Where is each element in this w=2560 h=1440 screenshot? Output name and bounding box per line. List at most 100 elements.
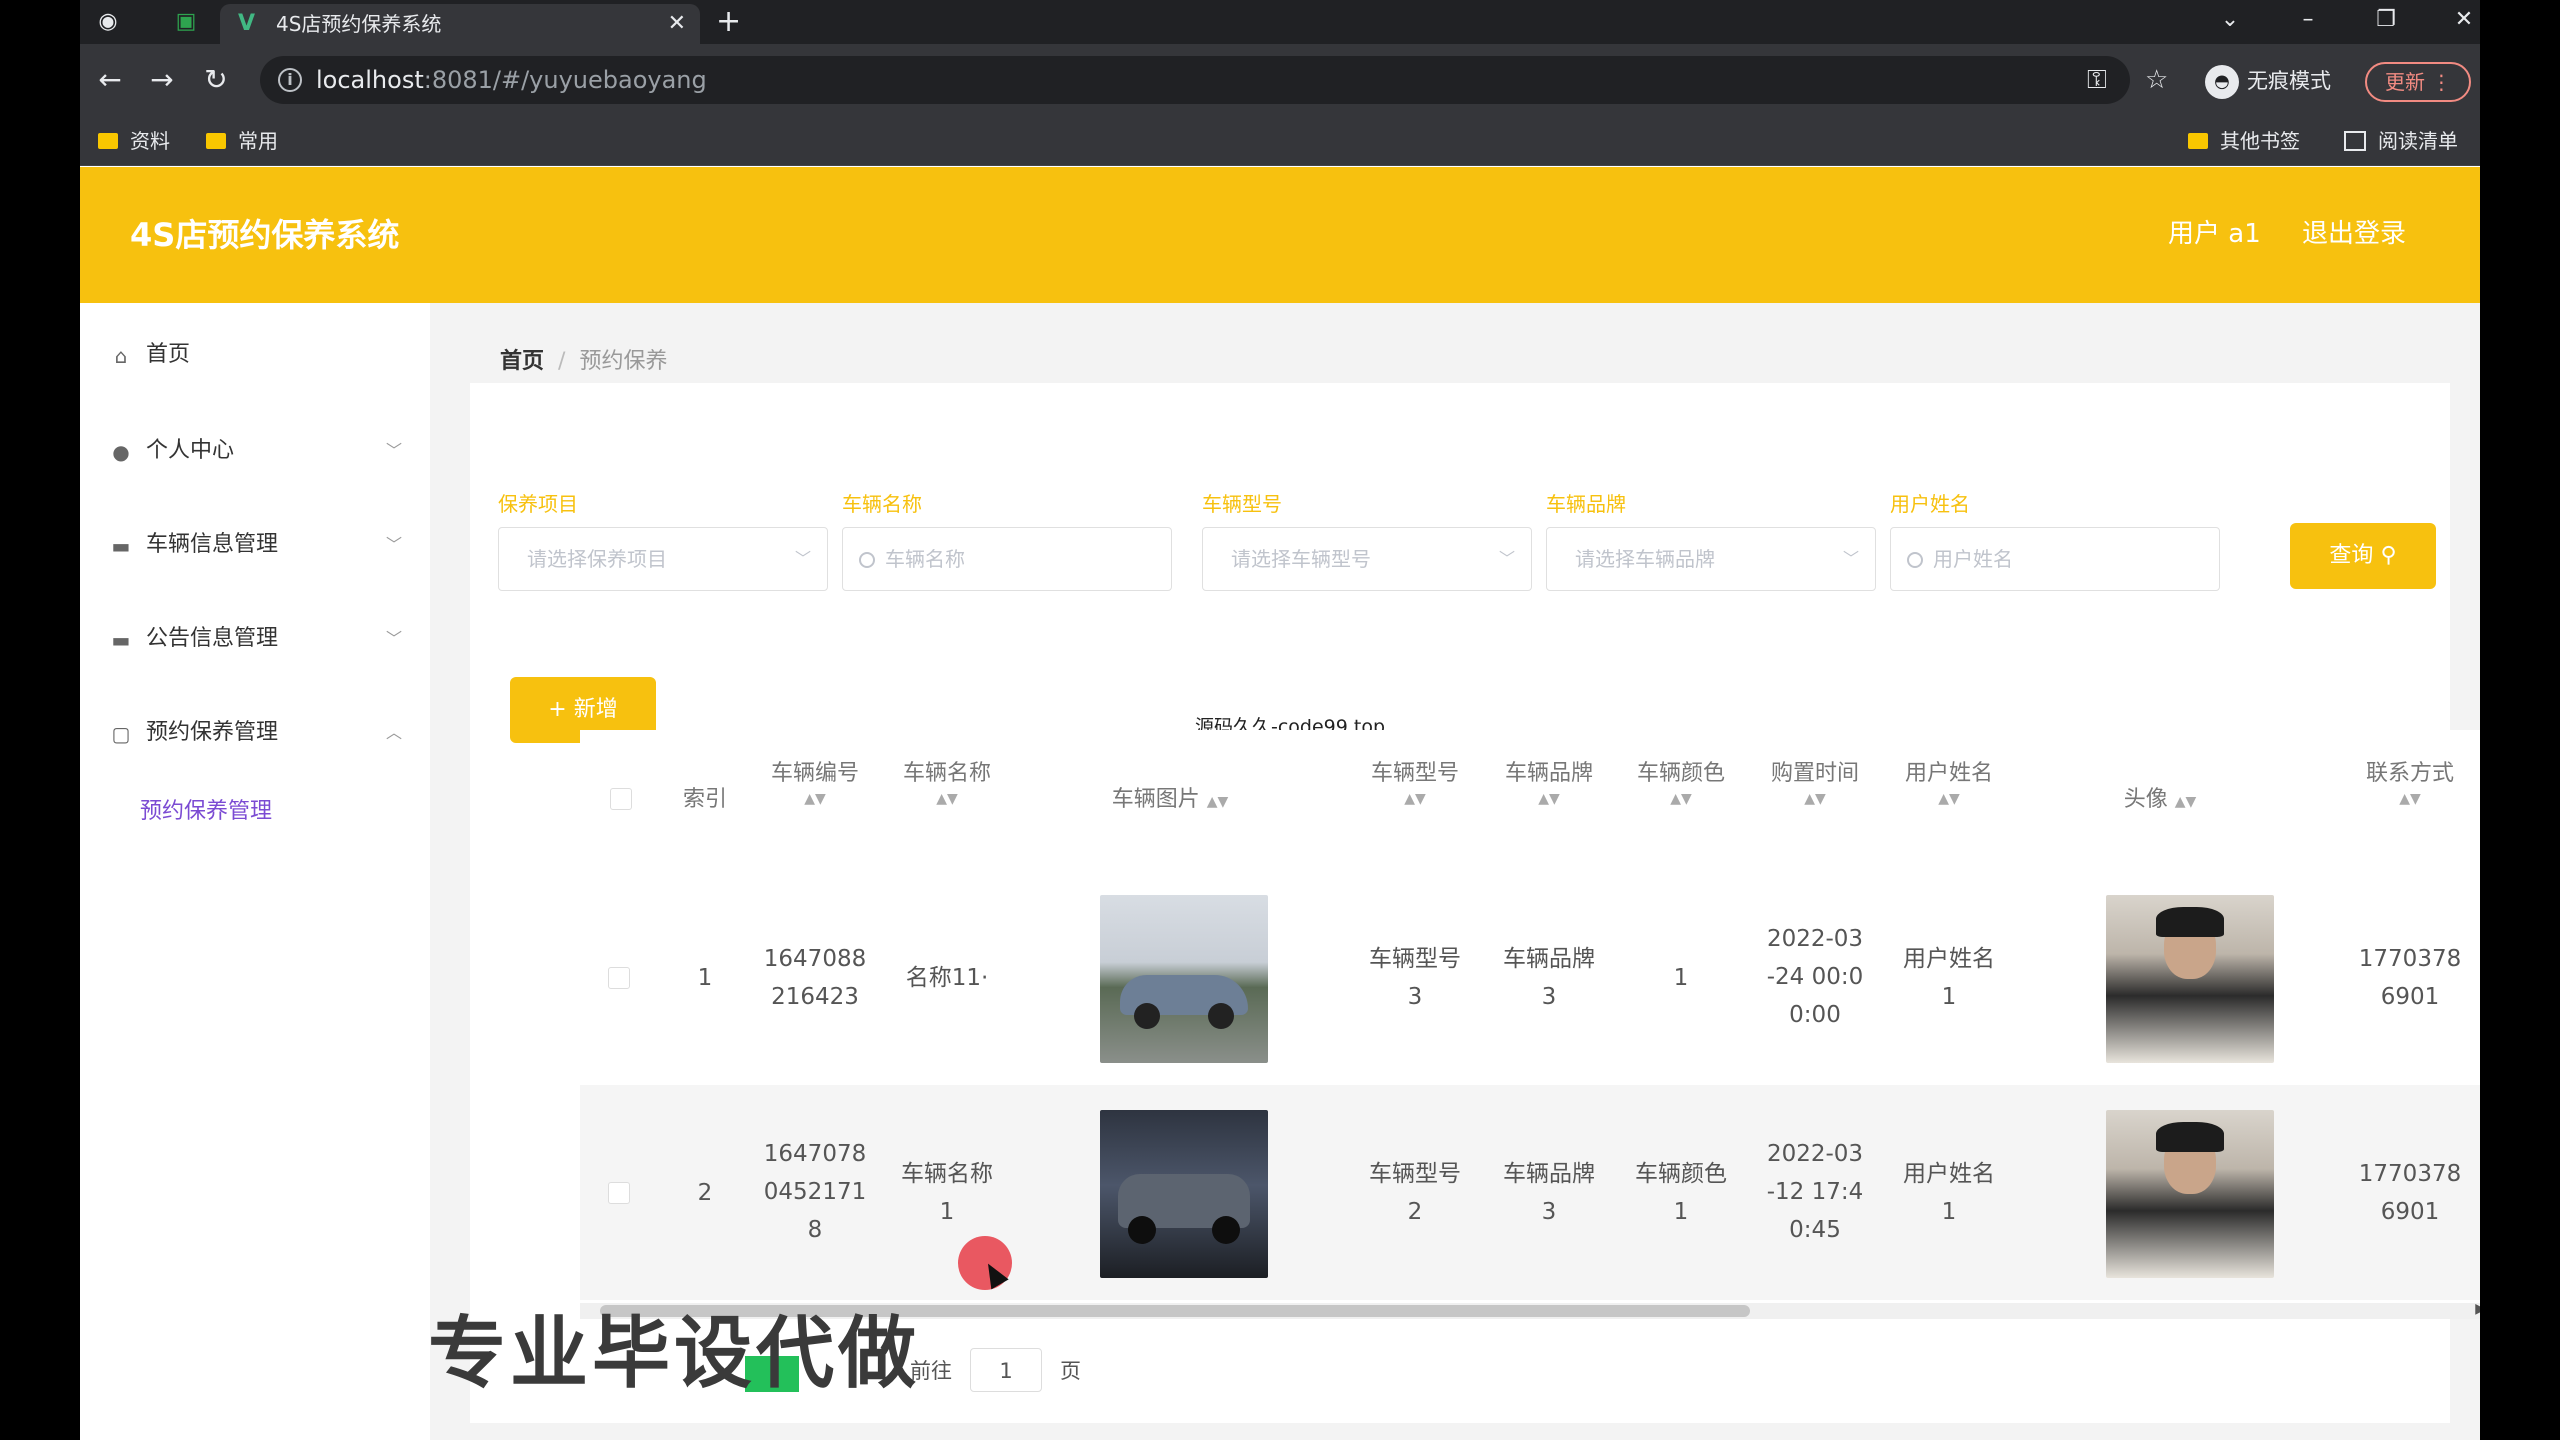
- user-name-input[interactable]: 用户姓名: [1890, 527, 2220, 591]
- cell-line: 1647078: [763, 1141, 867, 1167]
- tab-active[interactable]: V 4S店预约保养系统 ✕: [220, 4, 700, 44]
- sort-icon[interactable]: ▲▼: [1760, 790, 1870, 808]
- other-bookmarks[interactable]: 其他书签: [2188, 128, 2300, 154]
- search-icon: [1907, 552, 1923, 568]
- address-bar[interactable]: i localhost:8081/#/yuyuebaoyang: [260, 56, 2130, 104]
- column-header-vehicle-name[interactable]: 车辆名称 ▲▼: [892, 758, 1002, 808]
- back-icon[interactable]: ←: [92, 62, 128, 98]
- cell-user-name: 用户姓名 1: [1884, 940, 2014, 1016]
- vehicle-name-input[interactable]: 车辆名称: [842, 527, 1172, 591]
- key-icon[interactable]: ⚿: [2087, 62, 2107, 98]
- query-label: 查询: [2329, 543, 2374, 568]
- user-avatar[interactable]: [2106, 895, 2274, 1063]
- column-header-purchase-time[interactable]: 购置时间 ▲▼: [1760, 758, 1870, 808]
- sort-icon[interactable]: ▲▼: [1894, 790, 2004, 808]
- row-checkbox[interactable]: [608, 967, 630, 989]
- breadcrumb-separator: /: [558, 349, 566, 374]
- cell-line: 1770378: [2358, 946, 2462, 972]
- breadcrumb-current: 预约保养: [579, 349, 668, 374]
- cell-line: 1: [939, 1199, 955, 1225]
- sidebar-item-vehicles[interactable]: ▬ 车辆信息管理 ﹀: [110, 525, 410, 565]
- cell-line: 216423: [771, 984, 859, 1010]
- column-header-color[interactable]: 车辆颜色 ▲▼: [1626, 758, 1736, 808]
- reading-list[interactable]: 阅读清单: [2344, 128, 2458, 154]
- cell-phone: 1770378 6901: [2340, 1155, 2480, 1231]
- sort-icon[interactable]: ▲▼: [1494, 790, 1604, 808]
- reload-icon[interactable]: ↻: [198, 62, 234, 98]
- maintenance-item-select[interactable]: 请选择保养项目 ﹀: [498, 527, 828, 591]
- cell-purchase-time: 2022-03 -24 00:0 0:00: [1750, 920, 1880, 1034]
- user-avatar[interactable]: [2106, 1110, 2274, 1278]
- maintenance-table: 索引 车辆编号 ▲▼ 车辆名称 ▲▼ 车辆图片 ▲▼ 车辆型号 ▲▼ 车辆品牌 ▲▼ 车…: [580, 730, 2480, 1310]
- cell-vehicle-name: 车辆名称 1: [882, 1155, 1012, 1231]
- incognito-indicator[interactable]: ◓ 无痕模式: [2205, 64, 2331, 99]
- bookmark-star-icon[interactable]: ☆: [2145, 62, 2168, 98]
- column-header-avatar[interactable]: 头像 ▲▼: [2090, 784, 2230, 818]
- column-header-user-name[interactable]: 用户姓名 ▲▼: [1894, 758, 2004, 808]
- chevron-down-icon: ﹀: [385, 629, 402, 648]
- vehicle-image[interactable]: [1100, 895, 1268, 1063]
- row-checkbox[interactable]: [608, 1182, 630, 1204]
- field-label-item: 保养项目: [498, 492, 578, 516]
- url-path: :8081/#/yuyuebaoyang: [423, 66, 707, 94]
- bookmark-folder-1[interactable]: 常用: [206, 128, 278, 154]
- sort-icon[interactable]: ▲▼: [1626, 790, 1736, 808]
- breadcrumb-home[interactable]: 首页: [500, 349, 544, 374]
- column-header-brand[interactable]: 车辆品牌 ▲▼: [1494, 758, 1604, 808]
- hair-shape: [2156, 1122, 2224, 1152]
- sidebar-item-home[interactable]: ⌂ 首页: [110, 335, 410, 375]
- scroll-right-icon[interactable]: ▶: [2475, 1301, 2480, 1317]
- new-tab-button[interactable]: +: [716, 6, 741, 38]
- chevron-down-icon: ﹀: [385, 441, 402, 460]
- app-header: 4S店预约保养系统 用户 a1 退出登录: [80, 167, 2480, 303]
- update-label: 更新: [2385, 70, 2425, 94]
- column-header-phone[interactable]: 联系方式 ▲▼: [2350, 758, 2470, 808]
- cell-model: 车辆型号 3: [1350, 940, 1480, 1016]
- cell-line: 用户姓名: [1903, 946, 1995, 972]
- select-placeholder: 请选择车辆品牌: [1575, 547, 1715, 571]
- update-button[interactable]: 更新 ⋮: [2365, 62, 2471, 102]
- input-placeholder: 车辆名称: [885, 547, 965, 571]
- close-window-icon[interactable]: ✕: [2448, 4, 2480, 36]
- pinned-tab-icon[interactable]: ▣: [172, 8, 200, 36]
- select-all-checkbox[interactable]: [610, 788, 632, 810]
- sort-icon[interactable]: ▲▼: [1360, 790, 1470, 808]
- tab-search-icon[interactable]: ⌄: [2214, 4, 2246, 36]
- input-placeholder: 用户姓名: [1933, 547, 2013, 571]
- minimize-icon[interactable]: –: [2292, 4, 2324, 36]
- globe-icon[interactable]: ◉: [94, 8, 122, 36]
- sort-icon[interactable]: ▲▼: [892, 790, 1002, 808]
- bookmark-folder-0[interactable]: 资料: [98, 128, 170, 154]
- chevron-up-icon: ︿: [385, 723, 402, 742]
- sidebar-item-profile[interactable]: ● 个人中心 ﹀: [110, 431, 410, 471]
- close-tab-icon[interactable]: ✕: [668, 10, 686, 38]
- sort-icon[interactable]: ▲▼: [2175, 794, 2197, 810]
- logout-link[interactable]: 退出登录: [2302, 219, 2406, 249]
- vehicle-brand-select[interactable]: 请选择车辆品牌 ﹀: [1546, 527, 1876, 591]
- column-header-label: 车辆名称: [902, 761, 991, 786]
- submenu-item-maintenance[interactable]: 预约保养管理: [140, 797, 272, 827]
- sort-icon[interactable]: ▲▼: [1207, 794, 1229, 810]
- bookmark-label: 资料: [130, 129, 170, 153]
- site-info-icon[interactable]: i: [278, 68, 302, 92]
- vehicle-image[interactable]: [1100, 1110, 1268, 1278]
- sidebar-item-notices[interactable]: ▬ 公告信息管理 ﹀: [110, 619, 410, 659]
- column-header-label: 用户姓名: [1904, 761, 1993, 786]
- cell-line: 0:45: [1789, 1217, 1841, 1243]
- table-row[interactable]: 1 1647088 216423 名称11· 车辆型号 3 车辆品牌 3 1 2022…: [580, 870, 2480, 1085]
- vehicle-model-select[interactable]: 请选择车辆型号 ﹀: [1202, 527, 1532, 591]
- column-header-vehicle-image[interactable]: 车辆图片 ▲▼: [1080, 784, 1260, 818]
- restore-icon[interactable]: ❐: [2370, 4, 2402, 36]
- page-number-input[interactable]: 1: [970, 1348, 1042, 1392]
- sort-icon[interactable]: ▲▼: [760, 790, 870, 808]
- sort-icon[interactable]: ▲▼: [2350, 790, 2470, 808]
- sidebar-item-maintenance[interactable]: ▢ 预约保养管理 ︿: [110, 713, 410, 753]
- forward-icon[interactable]: →: [144, 62, 180, 98]
- query-button[interactable]: 查询 ⚲: [2290, 523, 2436, 589]
- cell-line: 6901: [2380, 1199, 2440, 1225]
- incognito-label: 无痕模式: [2247, 69, 2331, 93]
- chevron-down-icon: ﹀: [385, 535, 402, 554]
- column-header-model[interactable]: 车辆型号 ▲▼: [1360, 758, 1470, 808]
- table-row[interactable]: 2 1647078 0452171 8 车辆名称 1 车辆型号 2 车辆品牌 3 车辆颜色…: [580, 1085, 2480, 1300]
- column-header-vehicle-no[interactable]: 车辆编号 ▲▼: [760, 758, 870, 808]
